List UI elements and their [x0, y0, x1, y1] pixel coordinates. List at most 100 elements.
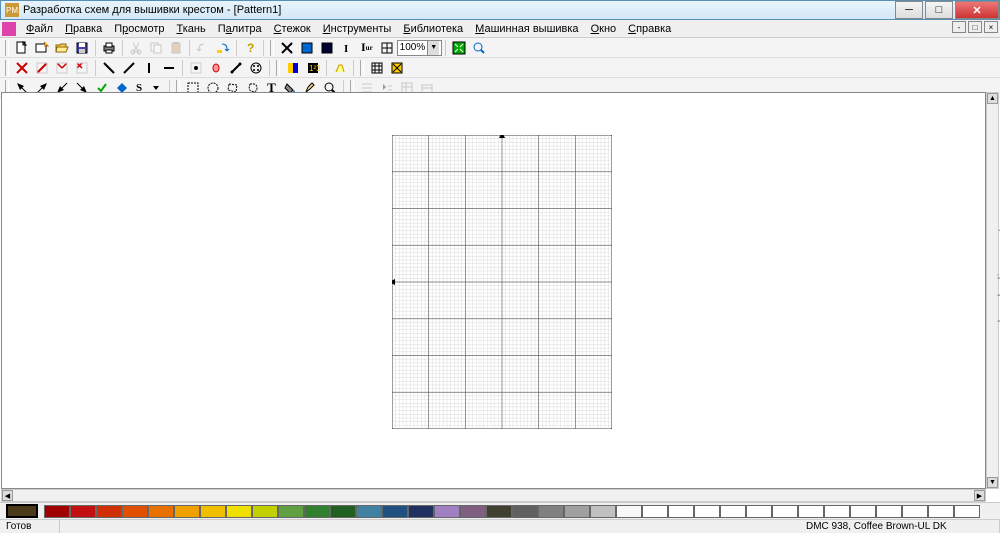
menu-window[interactable]: Окно — [585, 22, 623, 36]
palette-swatch-4[interactable] — [148, 505, 174, 518]
menu-tools[interactable]: Инструменты — [317, 22, 398, 36]
diag1-button[interactable] — [100, 59, 118, 77]
palette-swatch-25[interactable] — [694, 505, 720, 518]
palette-swatch-27[interactable] — [746, 505, 772, 518]
palette-swatch-0[interactable] — [44, 505, 70, 518]
dot-button[interactable] — [187, 59, 205, 77]
view-large-button[interactable]: Iur — [358, 39, 376, 57]
palette-swatch-23[interactable] — [642, 505, 668, 518]
menu-library[interactable]: Библиотека — [397, 22, 469, 36]
button-button[interactable] — [247, 59, 265, 77]
view-grid-button[interactable] — [378, 39, 396, 57]
palette-swatch-5[interactable] — [174, 505, 200, 518]
full-stitch-button[interactable] — [13, 59, 31, 77]
palette-swatch-21[interactable] — [590, 505, 616, 518]
print-button[interactable] — [100, 39, 118, 57]
save-button[interactable] — [73, 39, 91, 57]
grip-1[interactable] — [5, 40, 9, 56]
close-button[interactable]: ✕ — [955, 1, 999, 19]
menu-palette[interactable]: Палитра — [212, 22, 268, 36]
menu-machine[interactable]: Машинная вышивка — [469, 22, 584, 36]
zoom-combo[interactable]: 100%▼ — [397, 40, 443, 56]
palette-swatch-32[interactable] — [876, 505, 902, 518]
scroll-left-button[interactable]: ◀ — [2, 490, 13, 501]
palette-swatch-12[interactable] — [356, 505, 382, 518]
palette-swatch-19[interactable] — [538, 505, 564, 518]
zoom-arrow[interactable]: ▼ — [427, 41, 439, 55]
minimize-button[interactable]: ─ — [895, 1, 923, 19]
palette-swatch-3[interactable] — [122, 505, 148, 518]
scroll-down-button[interactable]: ▼ — [987, 477, 998, 488]
diag2-button[interactable] — [120, 59, 138, 77]
menu-help[interactable]: Справка — [622, 22, 677, 36]
highlight-button[interactable] — [331, 59, 349, 77]
menu-view[interactable]: Просмотр — [108, 22, 170, 36]
palette-swatch-33[interactable] — [902, 505, 928, 518]
grip-5[interactable] — [360, 60, 364, 76]
menu-edit[interactable]: Правка — [59, 22, 108, 36]
palette-swatch-7[interactable] — [226, 505, 252, 518]
mdi-minimize[interactable]: - — [952, 21, 966, 33]
color1-button[interactable] — [284, 59, 302, 77]
zoom-tool-button[interactable] — [470, 39, 488, 57]
cut-button[interactable] — [127, 39, 145, 57]
grip-4[interactable] — [276, 60, 280, 76]
palette-swatch-9[interactable] — [278, 505, 304, 518]
palette-swatch-34[interactable] — [928, 505, 954, 518]
fit-button[interactable] — [450, 39, 468, 57]
palette-swatch-29[interactable] — [798, 505, 824, 518]
pattern-grid[interactable]: minor grid lines — [392, 135, 612, 429]
view-stitches-button[interactable] — [278, 39, 296, 57]
palette-swatch-31[interactable] — [850, 505, 876, 518]
bead-button[interactable] — [207, 59, 225, 77]
view-solid-button[interactable] — [318, 39, 336, 57]
palette-swatch-17[interactable] — [486, 505, 512, 518]
grip-3[interactable] — [5, 60, 9, 76]
palette-swatch-18[interactable] — [512, 505, 538, 518]
view-info-button[interactable]: I — [338, 39, 356, 57]
palette-swatch-35[interactable] — [954, 505, 980, 518]
palette-swatch-10[interactable] — [304, 505, 330, 518]
menu-fabric[interactable]: Ткань — [170, 22, 211, 36]
palette-swatch-30[interactable] — [824, 505, 850, 518]
palette-swatch-15[interactable] — [434, 505, 460, 518]
palette-swatch-8[interactable] — [252, 505, 278, 518]
undo-button[interactable] — [194, 39, 212, 57]
long-stitch-button[interactable] — [227, 59, 245, 77]
cross-x-button[interactable] — [388, 59, 406, 77]
scroll-right-button[interactable]: ▶ — [974, 490, 985, 501]
copy-button[interactable] — [147, 39, 165, 57]
paste-button[interactable] — [167, 39, 185, 57]
menu-file[interactable]: Файл — [20, 22, 59, 36]
palette-swatch-22[interactable] — [616, 505, 642, 518]
menu-stitch[interactable]: Стежок — [268, 22, 317, 36]
palette-swatch-1[interactable] — [70, 505, 96, 518]
palette-swatch-2[interactable] — [96, 505, 122, 518]
scroll-up-button[interactable]: ▲ — [987, 93, 998, 104]
current-color[interactable] — [6, 504, 38, 518]
help-button[interactable]: ? — [241, 39, 259, 57]
grip-2[interactable] — [270, 40, 274, 56]
view-symbols-button[interactable] — [298, 39, 316, 57]
vert-button[interactable] — [140, 59, 158, 77]
horizontal-scrollbar[interactable]: ◀ ▶ — [1, 489, 986, 502]
mdi-close[interactable]: × — [984, 21, 998, 33]
mdi-restore[interactable]: □ — [968, 21, 982, 33]
palette-swatch-11[interactable] — [330, 505, 356, 518]
palette-swatch-24[interactable] — [668, 505, 694, 518]
maximize-button[interactable]: □ — [925, 1, 953, 19]
palette-swatch-6[interactable] — [200, 505, 226, 518]
palette-swatch-14[interactable] — [408, 505, 434, 518]
grid-toggle-button[interactable] — [368, 59, 386, 77]
half-stitch-button[interactable] — [33, 59, 51, 77]
horz-button[interactable] — [160, 59, 178, 77]
open-button[interactable] — [53, 39, 71, 57]
quarter-stitch-button[interactable] — [53, 59, 71, 77]
new-button[interactable] — [13, 39, 31, 57]
redo-button[interactable] — [214, 39, 232, 57]
palette-swatch-28[interactable] — [772, 505, 798, 518]
color2-button[interactable]: 1²3 — [304, 59, 322, 77]
palette-swatch-26[interactable] — [720, 505, 746, 518]
import-wizard-button[interactable] — [33, 39, 51, 57]
petite-stitch-button[interactable] — [73, 59, 91, 77]
